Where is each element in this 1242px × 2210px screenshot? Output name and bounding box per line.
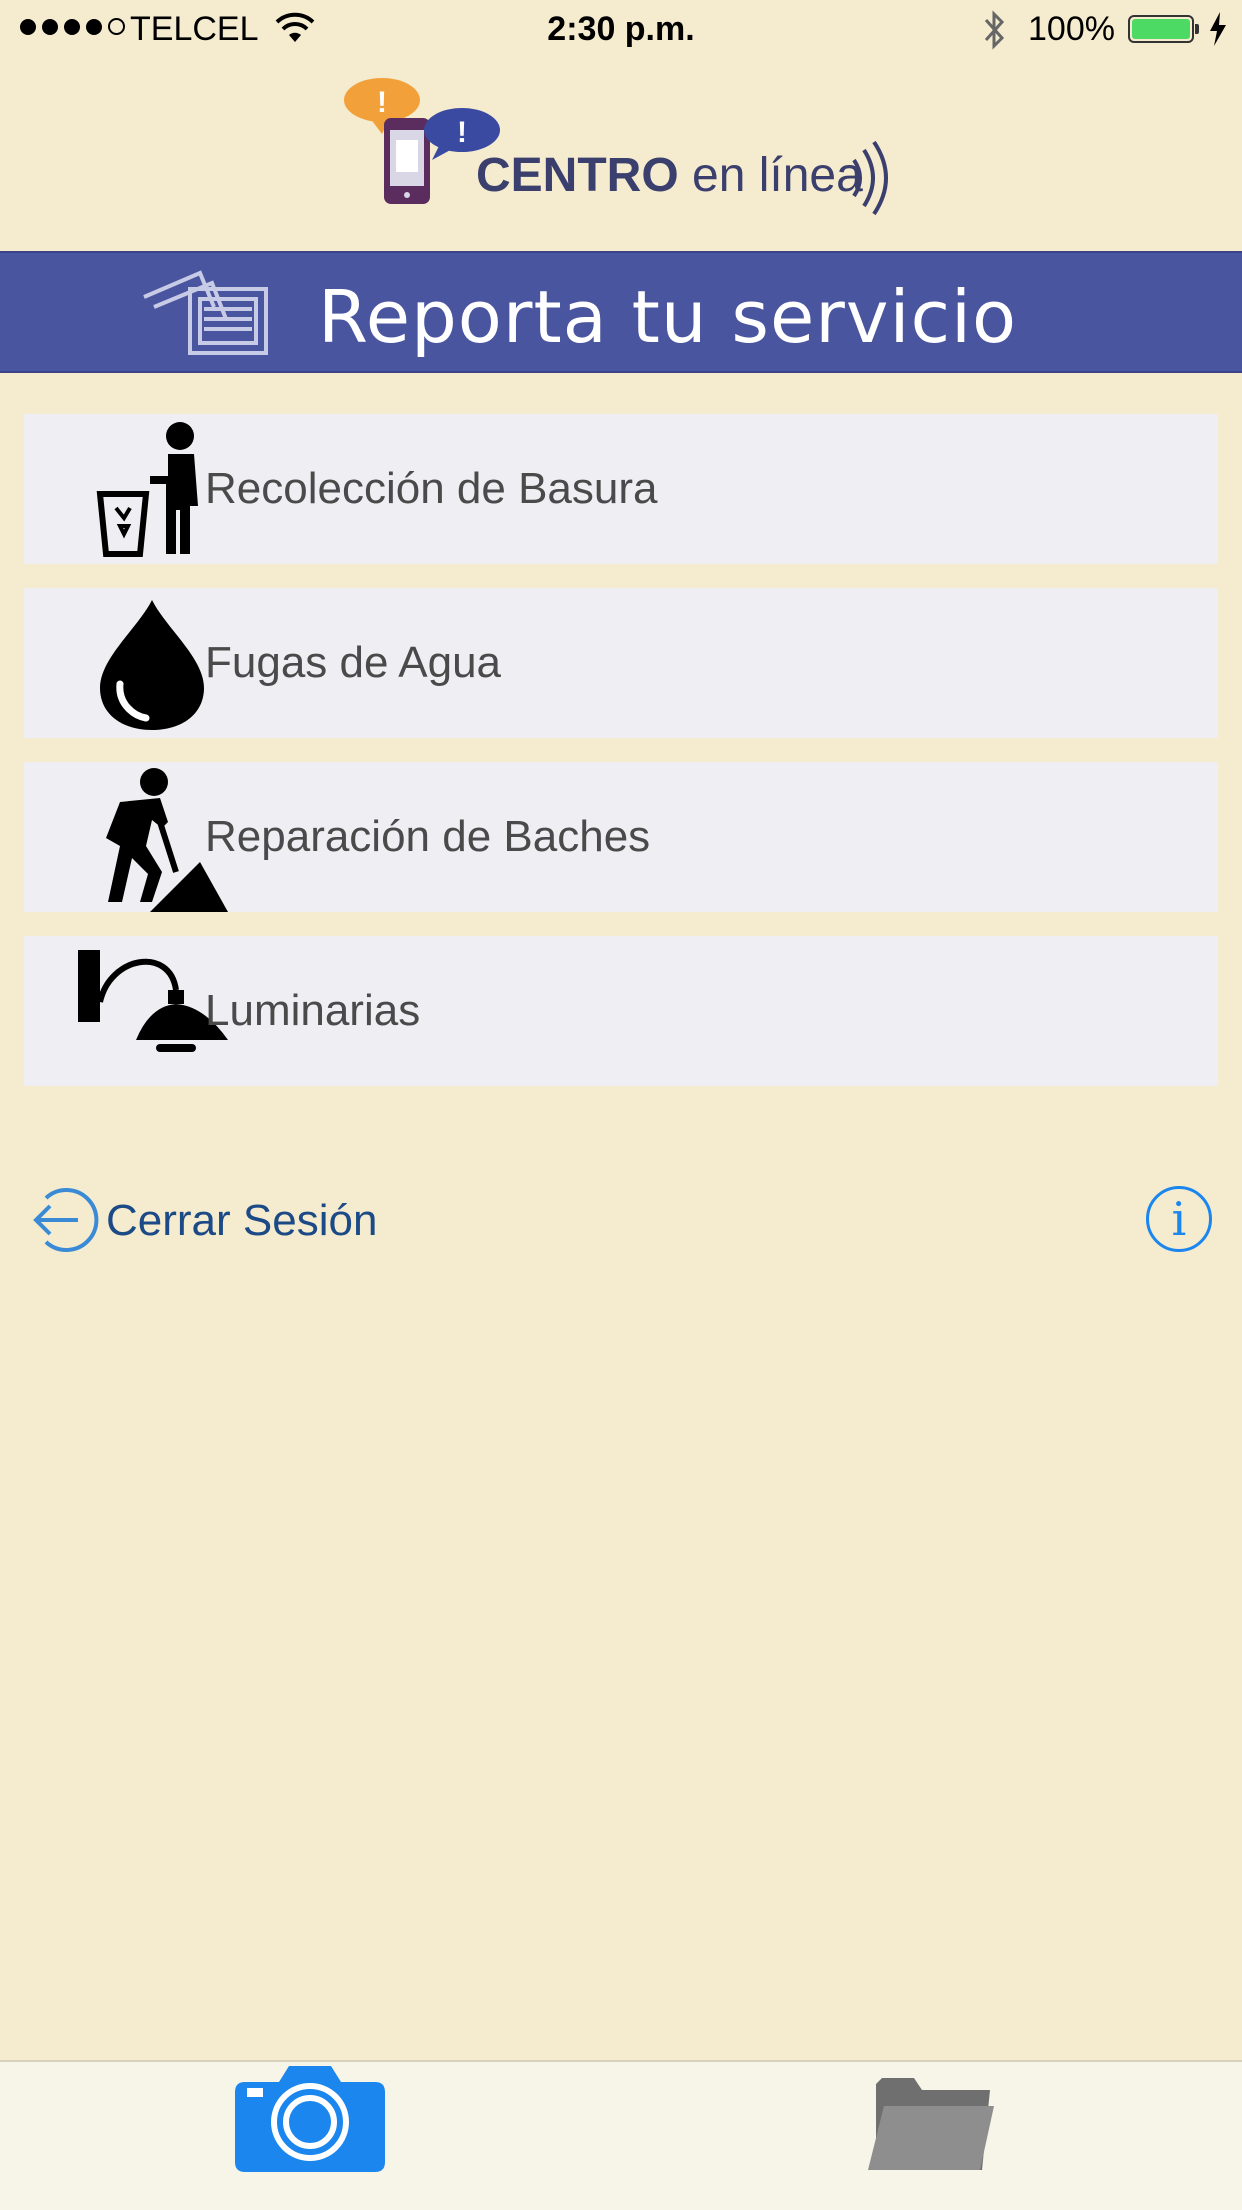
status-bar: TELCEL 2:30 p.m. 100% <box>0 0 1242 60</box>
battery-icon <box>1128 15 1194 43</box>
section-banner: Reporta tu servicio <box>0 251 1242 373</box>
svg-text:!: ! <box>377 86 387 119</box>
service-label: Fugas de Agua <box>205 638 502 687</box>
service-item-baches[interactable]: Reparación de Baches <box>24 762 1218 912</box>
charging-bolt-icon <box>1210 12 1226 46</box>
signal-waves-icon <box>852 140 888 216</box>
service-label: Reparación de Baches <box>205 812 651 861</box>
water-drop-icon <box>100 600 204 730</box>
camera-icon[interactable] <box>235 2062 385 2172</box>
folder-icon[interactable] <box>868 2070 994 2172</box>
banner-title: Reporta tu servicio <box>318 275 1018 359</box>
service-label: Luminarias <box>205 986 421 1035</box>
info-icon[interactable]: i <box>1146 1186 1212 1252</box>
documents-icon <box>143 270 268 355</box>
service-item-luminarias[interactable]: Luminarias <box>24 936 1218 1086</box>
svg-text:!: ! <box>457 116 467 149</box>
street-lamp-icon <box>78 950 228 1052</box>
logo-suffix: en línea <box>678 149 863 202</box>
logout-button[interactable]: Cerrar Sesión <box>28 1180 448 1260</box>
service-label: Recolección de Basura <box>205 464 658 513</box>
road-worker-icon <box>106 768 228 912</box>
service-item-agua[interactable]: Fugas de Agua <box>24 588 1218 738</box>
logout-label: Cerrar Sesión <box>106 1196 378 1245</box>
app-logo: ! ! CENTRO en línea <box>340 78 900 218</box>
battery-percent: 100% <box>1028 10 1115 48</box>
logout-arrow-icon <box>33 1188 99 1252</box>
logo-brand: CENTRO <box>476 149 679 202</box>
bluetooth-icon <box>984 10 1005 50</box>
tab-bar <box>0 2060 1242 2210</box>
trash-collector-icon <box>96 422 198 557</box>
service-item-basura[interactable]: Recolección de Basura <box>24 414 1218 564</box>
